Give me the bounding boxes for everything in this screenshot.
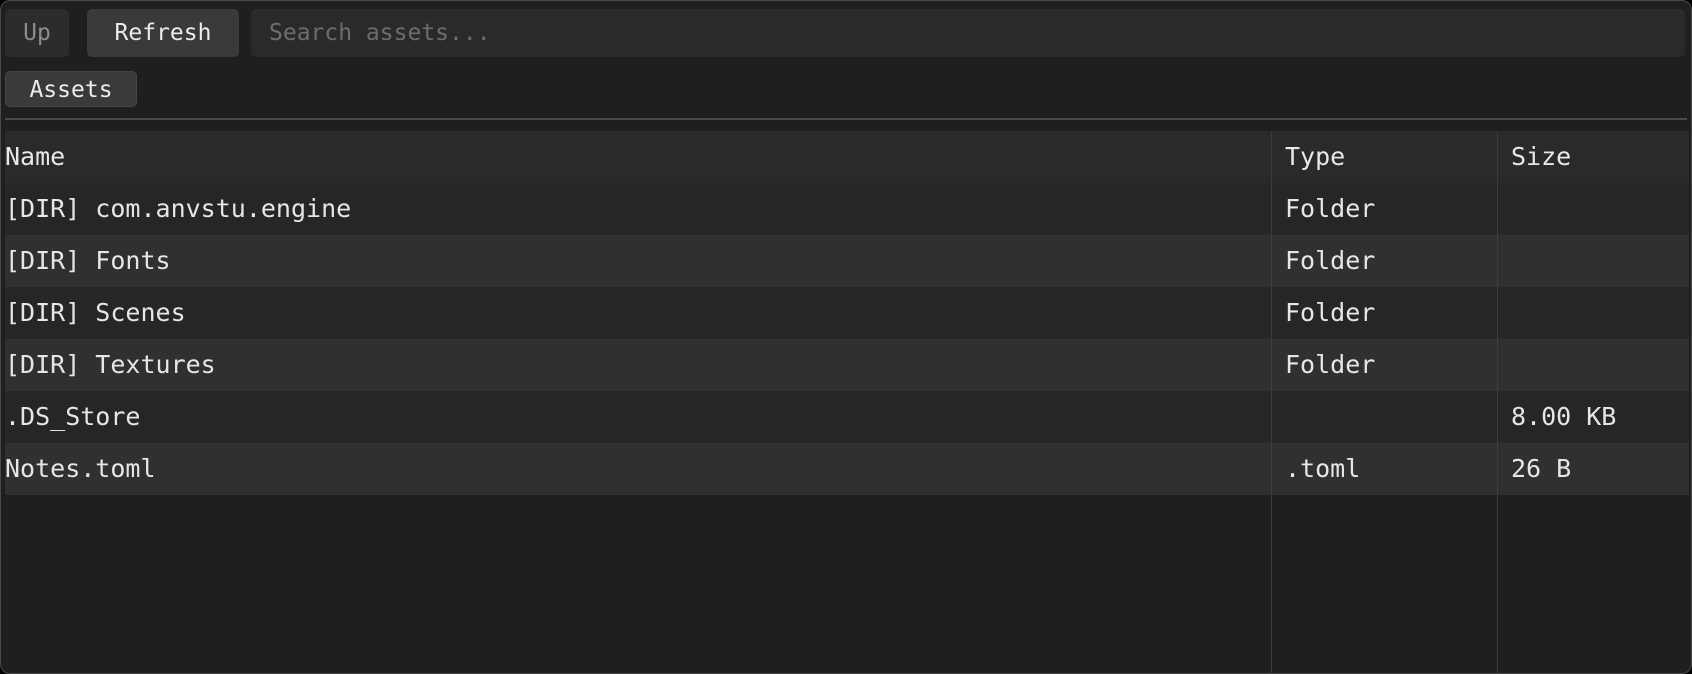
table-row[interactable]: [DIR] Textures Folder [5, 339, 1689, 391]
row-name: [DIR] Fonts [5, 246, 171, 275]
row-type: Folder [1285, 246, 1376, 275]
table-header: Name Type Size [5, 131, 1689, 183]
column-header-type[interactable]: Type [1285, 131, 1485, 183]
column-divider[interactable] [1271, 131, 1272, 673]
column-divider[interactable] [1497, 131, 1498, 673]
row-size [1511, 183, 1689, 235]
row-name: [DIR] Textures [5, 350, 216, 379]
row-type: .toml [1285, 454, 1361, 483]
row-type [1285, 391, 1485, 443]
up-button[interactable]: Up [5, 9, 69, 57]
row-type: Folder [1285, 350, 1376, 379]
row-name: [DIR] Scenes [5, 298, 186, 327]
row-size: 8.00 KB [1511, 402, 1617, 431]
row-size [1511, 339, 1689, 391]
table-row[interactable]: [DIR] Fonts Folder [5, 235, 1689, 287]
breadcrumb-item-assets[interactable]: Assets [5, 71, 137, 107]
column-header-size[interactable]: Size [1511, 131, 1689, 183]
row-type: Folder [1285, 298, 1376, 327]
row-type: Folder [1285, 194, 1376, 223]
asset-table: Name Type Size [DIR] com.anvstu.engine F… [5, 131, 1689, 673]
row-name: .DS_Store [5, 402, 141, 431]
column-header-name[interactable]: Name [5, 131, 1265, 183]
table-row[interactable]: Notes.toml .toml 26 B [5, 443, 1689, 495]
row-name: [DIR] com.anvstu.engine [5, 194, 352, 223]
toolbar: Up Refresh [5, 9, 1687, 57]
row-size: 26 B [1511, 454, 1572, 483]
row-size [1511, 235, 1689, 287]
table-row[interactable]: [DIR] com.anvstu.engine Folder [5, 183, 1689, 235]
divider [5, 118, 1687, 120]
table-row[interactable]: .DS_Store 8.00 KB [5, 391, 1689, 443]
search-input[interactable] [251, 9, 1685, 57]
asset-browser-window: Up Refresh Assets Name Type Size [DIR] c… [0, 0, 1692, 674]
row-size [1511, 287, 1689, 339]
row-name: Notes.toml [5, 454, 156, 483]
table-row[interactable]: [DIR] Scenes Folder [5, 287, 1689, 339]
refresh-button[interactable]: Refresh [87, 9, 239, 57]
